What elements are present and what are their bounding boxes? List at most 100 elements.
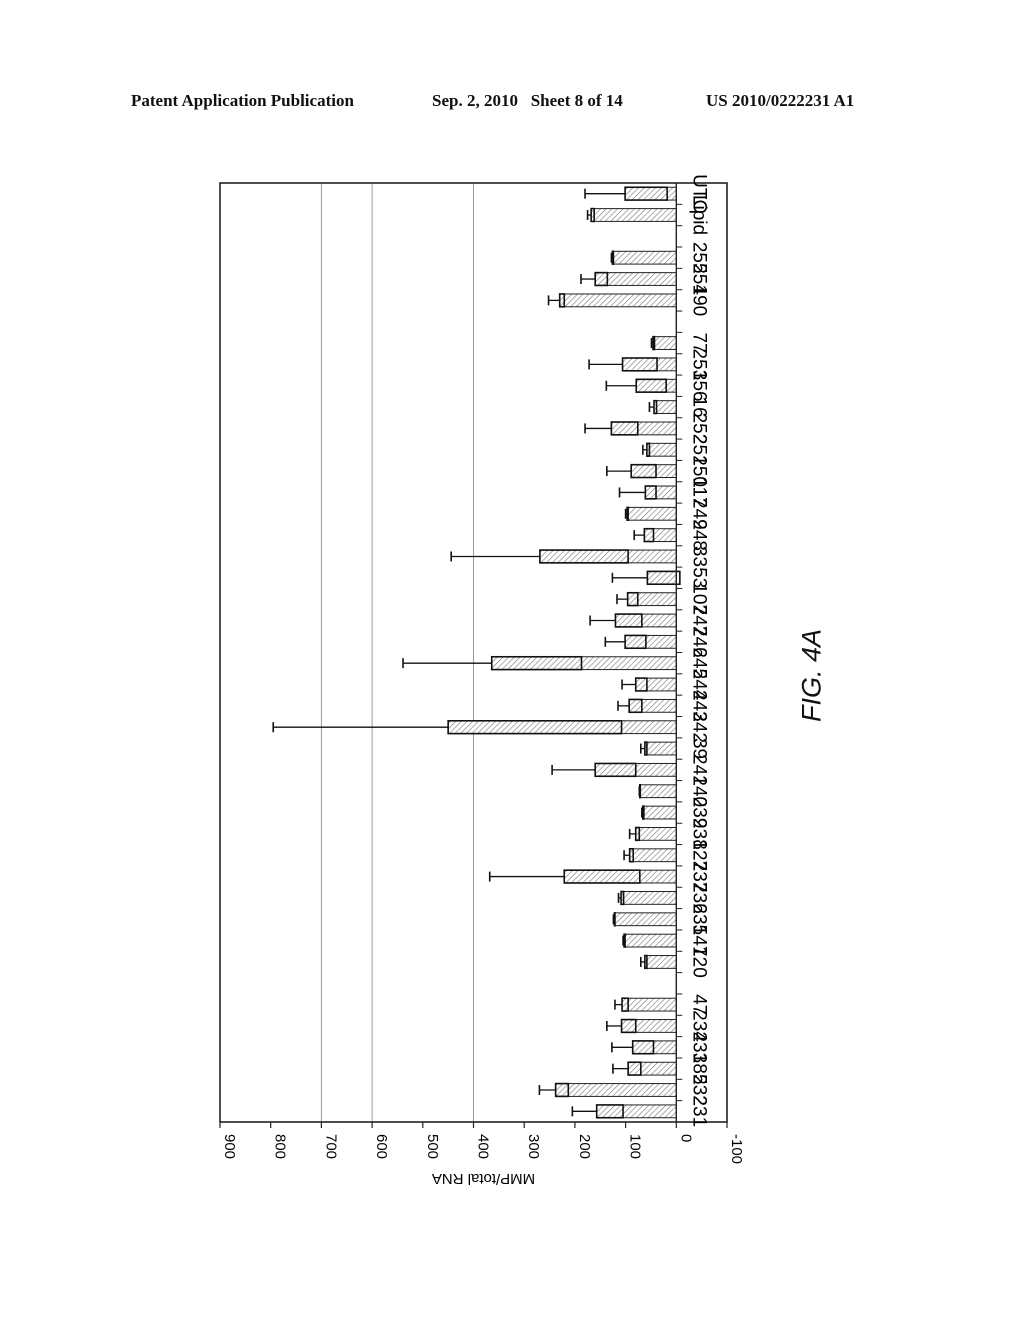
bar-fill xyxy=(643,528,677,543)
figure-label-text: FIG. 4A xyxy=(796,628,827,723)
bar-fill xyxy=(629,848,677,863)
value-tick-label: 0 xyxy=(677,1134,694,1142)
bar-190 xyxy=(547,293,677,308)
bar-fill xyxy=(646,442,677,457)
bar-fill xyxy=(627,592,677,607)
bar-127 xyxy=(623,848,677,863)
bar-fill xyxy=(644,741,677,756)
bar-fill xyxy=(610,421,677,436)
bar-185 xyxy=(612,1061,677,1076)
bar-231 xyxy=(571,1104,677,1119)
bar-251 xyxy=(642,442,677,457)
bar-error-box xyxy=(611,250,615,265)
bar-252 xyxy=(584,421,677,436)
bar-247 xyxy=(589,613,677,628)
y-axis-label: MMP/total RNA xyxy=(432,1170,535,1187)
bar-fill xyxy=(491,656,677,671)
bar-240 xyxy=(638,784,677,799)
bar-fill xyxy=(630,464,677,479)
value-tick-label: 700 xyxy=(322,1134,339,1159)
bar-error-box xyxy=(626,506,629,521)
bar-lipid xyxy=(586,207,677,223)
bar-233 xyxy=(611,1040,677,1055)
bar-239 xyxy=(641,805,677,820)
bar-fill xyxy=(613,912,677,927)
bar-fill xyxy=(635,378,677,393)
value-tick-label: 800 xyxy=(272,1134,289,1159)
bar-235 xyxy=(612,912,677,927)
bar-238 xyxy=(628,826,677,842)
bar-117 xyxy=(618,485,677,500)
bar-fill xyxy=(590,208,677,222)
category-axis: 2312321852332344712014723523623712723823… xyxy=(675,174,709,1127)
value-tick-label: 300 xyxy=(525,1134,542,1159)
bar-fill xyxy=(623,933,677,948)
category-label: 53 xyxy=(688,567,709,588)
bar-fill xyxy=(621,997,677,1012)
bar-fill xyxy=(627,1061,677,1076)
bar-33 xyxy=(450,549,677,564)
bar-242 xyxy=(272,719,677,735)
bar-47 xyxy=(614,997,677,1012)
bar-error-box xyxy=(652,335,656,351)
bar-fill xyxy=(624,634,677,649)
value-tick-label: 400 xyxy=(475,1134,492,1159)
category-label: 47 xyxy=(688,994,709,1015)
bar-147 xyxy=(622,933,677,948)
bar-253 xyxy=(588,357,677,372)
bar-fill xyxy=(628,698,677,713)
bar-120 xyxy=(640,954,677,970)
category-label: 255 xyxy=(688,242,709,274)
bar-107 xyxy=(616,591,677,607)
value-tick-label: -100 xyxy=(728,1134,745,1164)
value-tick-label: 500 xyxy=(424,1134,441,1159)
bar-fill xyxy=(611,250,677,265)
bar-fill xyxy=(626,506,677,521)
category-label: 77 xyxy=(688,332,709,353)
bar-244 xyxy=(621,677,677,692)
bar-fill xyxy=(635,826,677,841)
bar-error-box xyxy=(642,805,645,820)
bar-236 xyxy=(617,890,677,906)
category-label: UTC xyxy=(688,174,709,213)
bar-232 xyxy=(538,1082,677,1098)
bar-fill xyxy=(644,955,677,969)
bar-fill xyxy=(632,1040,677,1055)
bar-fill xyxy=(620,891,677,905)
bar-234 xyxy=(606,1018,677,1034)
bar-246 xyxy=(604,634,677,650)
value-tick-label: 100 xyxy=(627,1134,644,1159)
bar-fill xyxy=(622,357,677,372)
bar-fill xyxy=(555,1083,677,1097)
bar-fill xyxy=(596,1104,677,1119)
bar-243 xyxy=(617,698,677,714)
bar-254 xyxy=(580,271,677,287)
value-tick-label: 900 xyxy=(221,1134,238,1159)
bar-fill xyxy=(447,720,677,735)
value-axis: 900 800 700 600 500 400 300 200 100 0 -100 xyxy=(219,1122,745,1164)
value-tick-label: 200 xyxy=(576,1134,593,1159)
bar-fill xyxy=(621,1019,677,1033)
bar-53 xyxy=(611,570,681,586)
bar-250 xyxy=(606,463,677,479)
bar-249 xyxy=(624,506,677,521)
bar-error-box xyxy=(613,912,616,927)
bar-156 xyxy=(605,378,677,393)
bar-fill xyxy=(624,186,677,201)
bar-241 xyxy=(551,762,677,778)
bar-fill xyxy=(639,784,677,799)
figure-label: FIG. 4A xyxy=(782,620,842,722)
bar-77 xyxy=(650,335,677,351)
bars xyxy=(272,186,681,1119)
bar-248 xyxy=(633,527,677,543)
bar-fill xyxy=(563,869,677,884)
bar-39 xyxy=(640,741,677,756)
bar-fill xyxy=(646,570,677,585)
bar-fill xyxy=(652,336,677,350)
bar-chart: 900 800 700 600 500 400 300 200 100 0 -100 2312321… xyxy=(219,174,745,1187)
bar-255 xyxy=(610,250,677,265)
gridlines xyxy=(320,183,474,1122)
bar-237 xyxy=(488,869,677,884)
bar-16 xyxy=(648,399,677,415)
bar-error-box xyxy=(623,933,626,948)
